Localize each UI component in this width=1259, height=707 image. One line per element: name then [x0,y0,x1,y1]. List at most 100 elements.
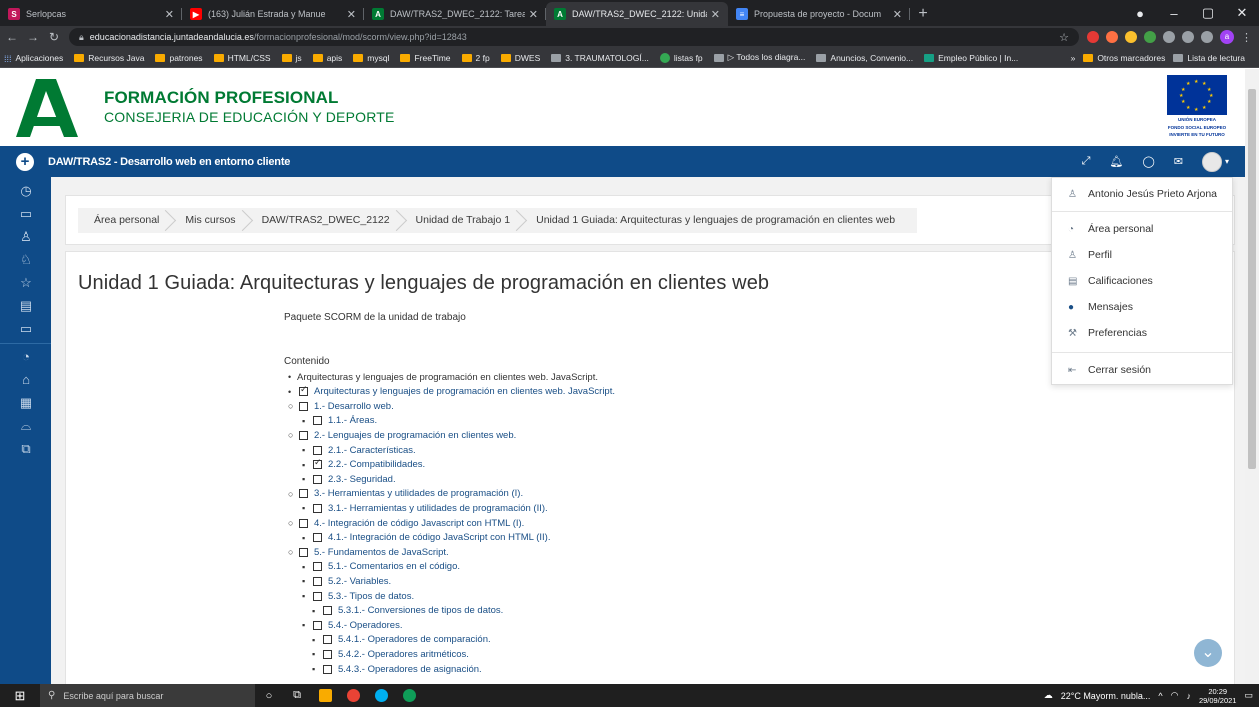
close-icon[interactable]: ✕ [165,8,174,21]
toc-item[interactable]: ▪ 2.3.- Seguridad. [302,472,396,486]
breadcrumb-item[interactable]: DAW/TRAS2_DWEC_2122 [246,208,400,233]
scrollbar-thumb[interactable] [1248,89,1256,469]
breadcrumb-item[interactable]: Unidad 1 Guiada: Arquitecturas y lenguaj… [520,208,905,233]
close-icon[interactable]: ✕ [529,8,538,21]
toc-item[interactable]: ▪ 2.2.- Compatibilidades. [302,457,425,472]
toc-item-label[interactable]: 2.2.- Compatibilidades. [328,459,425,470]
toc-item[interactable]: ▪ 4.1.- Integración de código JavaScript … [302,531,550,545]
forward-icon[interactable]: → [24,30,42,44]
browser-tab[interactable]: A DAW/TRAS2_DWEC_2122: Tarea ✕ [364,2,546,26]
menu-item-logout[interactable]: ⇤ Cerrar sesión [1068,364,1151,376]
scroll-down-button[interactable]: ⌄ [1194,639,1222,667]
reading-list-icon[interactable] [1201,31,1213,43]
tab-search-icon[interactable]: ● [1123,6,1157,21]
toc-item[interactable]: ▪ 5.4.1.- Operadores de comparación. [312,633,491,647]
toc-item[interactable]: ▪ 5.4.- Operadores. [302,618,402,632]
drawer-toggle-icon[interactable]: + [16,152,34,171]
bell-icon[interactable]: 🔔︎ [1109,155,1123,168]
menu-item-mensajes[interactable]: ● Mensajes [1068,301,1133,313]
bookmark-item[interactable]: FreeTime [400,53,451,63]
competency-star-icon[interactable]: ☆ [18,275,34,291]
toc-item-label[interactable]: 5.4.2.- Operadores aritméticos. [338,649,469,660]
toc-item-label[interactable]: 4.1.- Integración de código JavaScript c… [328,532,550,543]
files-icon[interactable]: ⧉ [18,441,34,457]
toc-item[interactable]: ○ 5.- Fundamentos de JavaScript. [288,545,449,559]
dashboard-icon[interactable]: ◔ [18,349,34,365]
toc-item[interactable]: ▪ 1.1.- Áreas. [302,414,377,428]
volume-icon[interactable]: ♪ [1186,691,1191,701]
toc-item[interactable]: ○ 3.- Herramientas y utilidades de progra… [288,487,523,501]
profile-avatar[interactable]: a [1220,30,1234,44]
bookmark-item[interactable]: DWES [500,53,540,63]
toc-item-label[interactable]: 5.2.- Variables. [328,576,391,587]
toc-item-label[interactable]: 5.3.- Tipos de datos. [328,591,414,602]
toc-item-label[interactable]: 1.1.- Áreas. [328,415,377,426]
toc-item-label[interactable]: 5.- Fundamentos de JavaScript. [314,547,449,558]
extension-icon[interactable] [1144,31,1156,43]
home-icon[interactable]: ⌂ [18,372,34,388]
clock-icon[interactable]: ◷ [18,183,34,199]
bookmark-item[interactable]: 3. TRAUMATOLOGÍ... [551,53,649,63]
browser-tab[interactable]: S Serlopcas ✕ [0,2,182,26]
toc-item[interactable]: ○ 1.- Desarrollo web. [288,399,394,413]
bookmark-item[interactable]: 2 fp [461,53,490,63]
menu-item-area-personal[interactable]: ◔ Área personal [1068,223,1153,235]
menu-item-calificaciones[interactable]: ▤ Calificaciones [1068,275,1153,287]
page-scrollbar[interactable] [1245,69,1259,684]
breadcrumb-item[interactable]: Área personal [78,208,169,233]
chevron-up-icon[interactable]: ^ [1158,691,1162,701]
extension-icon[interactable] [1087,31,1099,43]
toc-item[interactable]: ▪ 5.4.2.- Operadores aritméticos. [312,647,469,661]
toc-item-label[interactable]: Arquitecturas y lenguajes de programació… [314,386,615,397]
windows-start-icon[interactable]: ⊞ [0,688,40,704]
toc-item[interactable]: ○ 2.- Lenguajes de programación en client… [288,428,516,442]
cortana-icon[interactable]: ○ [255,684,283,707]
breadcrumb-item[interactable]: Mis cursos [169,208,245,233]
toc-item[interactable]: ▪ 2.1.- Características. [302,443,416,457]
toc-item-label[interactable]: 5.4.- Operadores. [328,620,402,631]
toc-item[interactable]: ▪ 5.1.- Comentarios en el código. [302,560,460,574]
toc-item[interactable]: • Arquitecturas y lenguajes de programaci… [288,384,615,399]
kebab-menu-icon[interactable]: ⋮ [1241,31,1252,44]
chevron-down-icon[interactable]: ▾ [1225,157,1229,166]
toc-item-label[interactable]: 2.- Lenguajes de programación en cliente… [314,430,516,441]
close-icon[interactable]: ✕ [711,8,720,21]
toc-item-label[interactable]: 2.3.- Seguridad. [328,474,396,485]
toc-item[interactable]: ▪ 3.1.- Herramientas y utilidades de prog… [302,501,548,515]
puzzle-icon[interactable] [1182,31,1194,43]
task-view-icon[interactable]: ⧉ [283,684,311,707]
toc-item[interactable]: ○ 4.- Integración de código Javascript co… [288,516,524,530]
extension-icon[interactable] [1163,31,1175,43]
reload-icon[interactable]: ↻ [45,30,63,44]
bookmark-star-icon[interactable]: ☆ [1059,31,1069,44]
graduation-cap-icon[interactable]: ⌓ [18,418,34,434]
toc-item-label[interactable]: 3.- Herramientas y utilidades de program… [314,488,523,499]
network-icon[interactable]: ◠ [1171,690,1179,701]
toc-item[interactable]: ▪ 5.4.3.- Operadores de asignación. [312,662,482,676]
new-tab-button[interactable]: + [910,2,936,26]
maximize-icon[interactable]: ▢ [1191,5,1225,21]
toc-item-label[interactable]: 5.3.1.- Conversiones de tipos de datos. [338,605,503,616]
participants-icon[interactable]: ♙ [18,229,34,245]
user-avatar[interactable] [1201,151,1222,172]
toc-item-label[interactable]: 4.- Integración de código Javascript con… [314,518,524,529]
extension-icon[interactable] [1125,31,1137,43]
bookmark-item[interactable]: js [281,53,302,63]
notifications-icon[interactable]: ▭ [1244,690,1253,701]
toc-item-label[interactable]: 5.4.1.- Operadores de comparación. [338,634,491,645]
toc-item-label[interactable]: 2.1.- Características. [328,445,416,456]
close-icon[interactable]: ✕ [347,8,356,21]
close-icon[interactable]: ✕ [893,8,902,21]
folder-icon[interactable]: ▭ [18,206,34,222]
mail-icon[interactable]: ✉ [1174,155,1183,168]
user-menu-name[interactable]: ♙ Antonio Jesús Prieto Arjona [1068,188,1217,200]
browser-tab[interactable]: ▶ (163) Julián Estrada y Manue ✕ [182,2,364,26]
edge-icon[interactable] [395,684,423,707]
bookmark-item[interactable]: patrones [155,53,203,63]
bookmark-item[interactable]: Recursos Java [74,53,144,63]
bookmark-item[interactable]: Otros marcadores [1083,53,1165,63]
bookmark-item[interactable]: » [1071,53,1076,63]
close-window-icon[interactable]: ✕ [1225,5,1259,21]
bookmark-item[interactable]: apis [312,53,342,63]
clock[interactable]: 20:29 29/09/2021 [1199,687,1237,705]
